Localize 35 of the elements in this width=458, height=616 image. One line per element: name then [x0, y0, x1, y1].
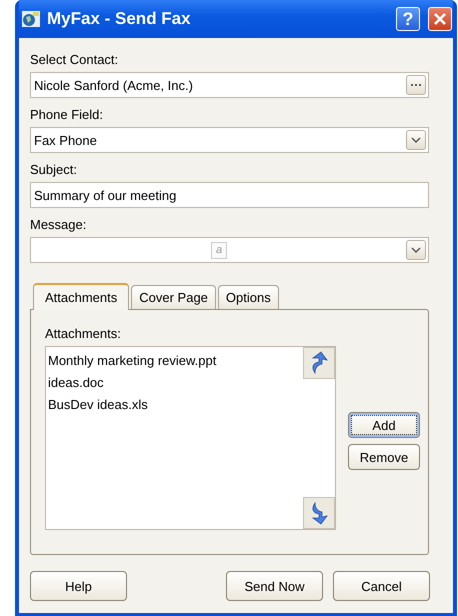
attachment-button[interactable]: Remove [348, 444, 420, 470]
dialog-button[interactable]: Cancel [333, 571, 430, 601]
chevron-down-icon [411, 247, 421, 253]
attachment-item[interactable]: ideas.doc [48, 372, 301, 394]
close-button[interactable] [428, 7, 452, 31]
window-title: MyFax - Send Fax [47, 9, 192, 29]
curved-arrow-down-icon [309, 501, 329, 525]
attachment-item[interactable]: BusDev ideas.xls [48, 394, 301, 416]
dropdown-field[interactable]: Fax Phone [30, 127, 429, 153]
browse-button[interactable] [406, 75, 426, 95]
field-label: Subject: [30, 162, 78, 178]
tab[interactable]: Options [218, 285, 279, 309]
tab[interactable]: Attachments [33, 283, 130, 310]
move-down-button[interactable] [303, 497, 335, 529]
document-icon: a [211, 242, 227, 259]
move-up-button[interactable] [303, 347, 335, 379]
help-title-button[interactable]: ? [396, 7, 420, 31]
dialog-button[interactable]: Send Now [226, 571, 323, 601]
text-field[interactable]: Summary of our meeting [30, 182, 429, 208]
tab[interactable]: Cover Page [131, 285, 216, 309]
dropdown-button[interactable] [406, 240, 426, 260]
list-label: Attachments: [45, 326, 122, 342]
close-icon [432, 11, 448, 27]
dialog-button[interactable]: Help [30, 571, 127, 601]
attachment-button[interactable]: Add [348, 412, 420, 438]
field-label: Phone Field: [30, 107, 104, 123]
ellipsis-icon [410, 83, 422, 87]
dropdown-button[interactable] [406, 130, 426, 150]
curved-arrow-up-icon [309, 351, 329, 375]
field-label: Select Contact: [30, 52, 120, 68]
field-label: Message: [30, 217, 88, 233]
contact-field[interactable]: Nicole Sanford (Acme, Inc.) [30, 72, 429, 98]
attachment-item[interactable]: Monthly marketing review.ppt [48, 350, 301, 372]
globe-fax-icon [21, 9, 41, 29]
chevron-down-icon [411, 137, 421, 143]
